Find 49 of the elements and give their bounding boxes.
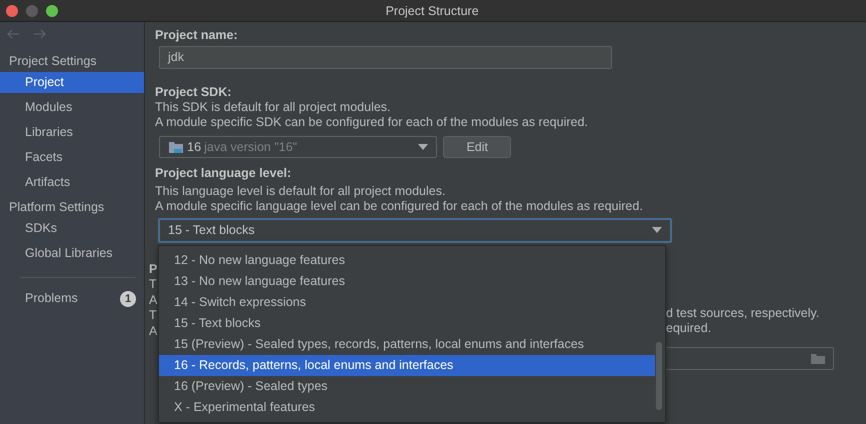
section-header: Platform Settings [8, 199, 106, 216]
sidebar-item[interactable]: Artifacts [0, 172, 144, 193]
description-text: This SDK is default for all project modules. [155, 100, 392, 116]
dropdown-option[interactable]: 14 - Switch expressions [159, 292, 655, 313]
scrollbar[interactable] [656, 342, 662, 410]
dropdown-option[interactable]: 16 (Preview) - Sealed types [159, 376, 655, 397]
zoom-button[interactable] [46, 4, 58, 16]
close-button[interactable] [6, 4, 18, 16]
field-label: Project language level: [155, 166, 292, 182]
forward-icon[interactable] [32, 29, 47, 39]
description-text: A module specific SDK can be configured for each of the modules as required. [155, 115, 589, 130]
description-text: This language level is default for all project modules. [155, 184, 446, 200]
minimize-button[interactable] [26, 4, 38, 16]
caret-icon [652, 227, 662, 233]
sidebar-item[interactable]: Global Libraries [0, 243, 144, 264]
dropdown-option[interactable]: X - Experimental features [159, 397, 655, 418]
sidebar-item[interactable]: SDKs [0, 218, 144, 239]
language-level-dropdown[interactable]: 15 - Text blocks [158, 218, 672, 242]
dropdown-option[interactable]: 15 (Preview) - Sealed types, records, patterns, local enums and interfaces [159, 334, 655, 355]
text-fragment: P [149, 262, 158, 276]
description-text: A module specific language level can be configured for each of the modules as required. [155, 199, 644, 214]
section-header: Project Settings [8, 53, 98, 70]
text-fragment: d test sources, respectively. [666, 306, 820, 320]
sidebar-item[interactable]: Libraries [0, 122, 144, 143]
dropdown-option[interactable]: 13 - No new language features [159, 271, 655, 292]
sidebar-item[interactable]: Project [0, 72, 144, 93]
back-icon[interactable] [6, 29, 20, 39]
caret-icon [418, 144, 428, 150]
text-fragment: A [149, 324, 158, 338]
field-label: Project SDK: [155, 85, 232, 100]
text-fragment: T [149, 308, 157, 322]
project-name-field[interactable]: jdk [159, 46, 612, 70]
folder-icon [168, 140, 184, 154]
text-fragment: equired. [666, 321, 712, 335]
field-label: Project name: [155, 28, 239, 43]
problem-count: 1 [120, 290, 136, 306]
dropdown-option[interactable]: 16 - Records, patterns, local enums and interfaces [159, 355, 655, 376]
text-fragment: A [149, 292, 158, 306]
sidebar-item[interactable]: Modules [0, 97, 144, 118]
output-path-field[interactable] [663, 347, 834, 370]
sidebar-item[interactable]: Problems [0, 288, 78, 309]
edit-button[interactable]: Edit [443, 136, 512, 158]
sdk-dropdown[interactable]: 16 java version "16" [159, 136, 437, 158]
text-fragment: T [149, 277, 157, 291]
folder-icon[interactable] [811, 353, 825, 364]
sidebar-item[interactable]: Facets [0, 147, 144, 168]
dropdown-option[interactable]: 12 - No new language features [159, 250, 655, 271]
window-title: Project Structure [386, 4, 479, 18]
dropdown-option[interactable]: 15 - Text blocks [159, 313, 655, 334]
